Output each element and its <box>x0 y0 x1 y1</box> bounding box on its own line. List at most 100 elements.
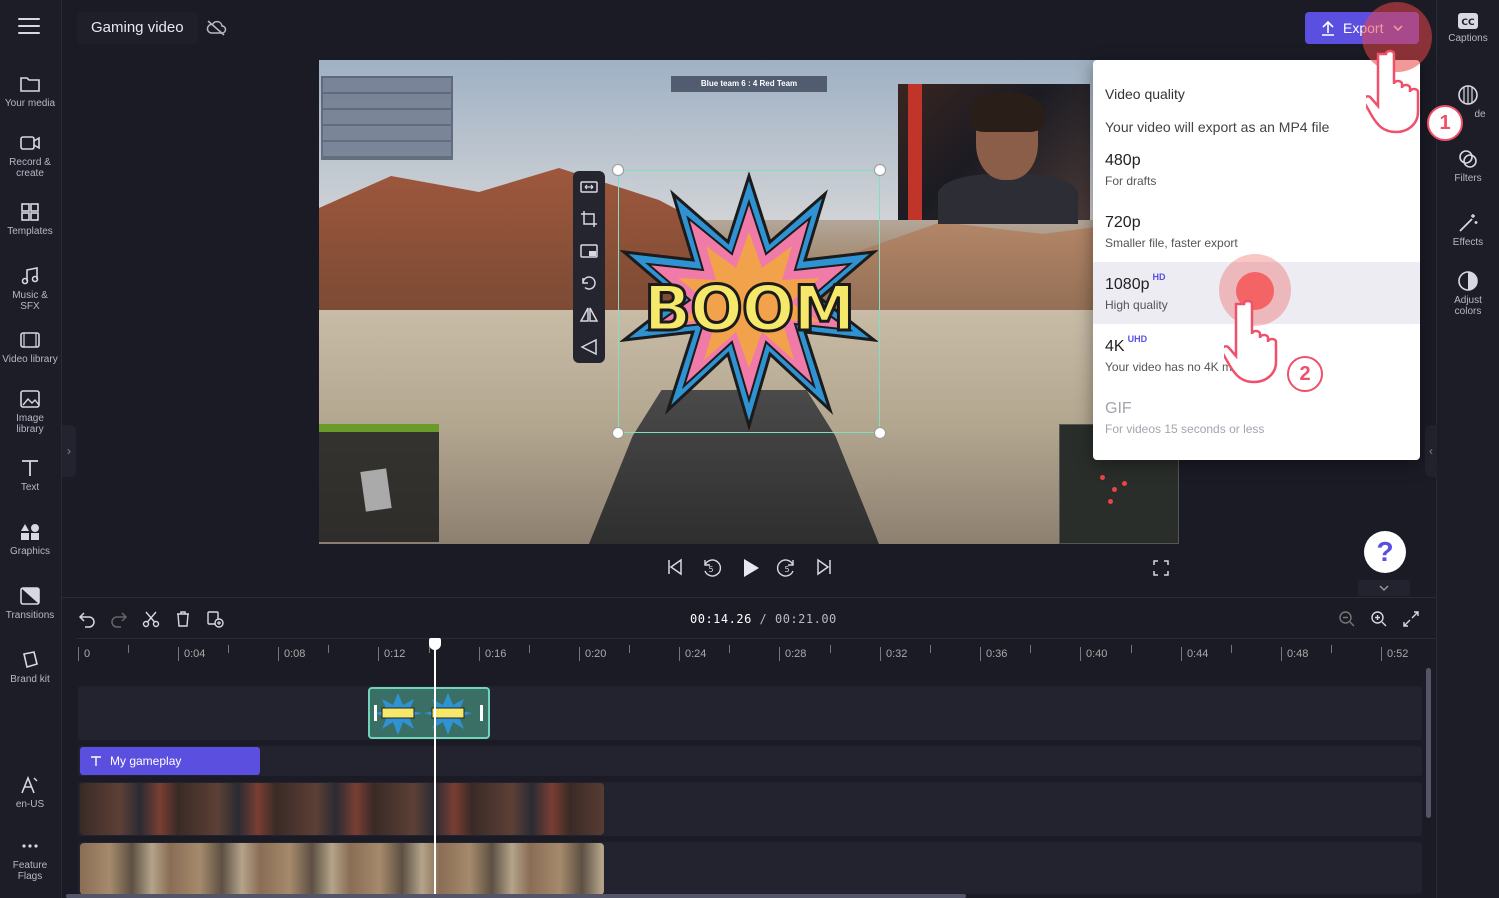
forward-5-icon[interactable]: 5 <box>776 557 798 579</box>
resize-handle[interactable] <box>874 164 886 176</box>
undo-icon[interactable] <box>78 610 96 628</box>
skip-forward-icon[interactable] <box>814 557 834 577</box>
sidebar-item-label: Feature Flags <box>12 860 48 882</box>
help-button[interactable]: ? <box>1364 531 1406 573</box>
vertical-scrollbar[interactable] <box>1426 668 1431 818</box>
svg-text:5: 5 <box>708 565 713 574</box>
redo-icon[interactable] <box>110 610 128 628</box>
total-time: / 00:21.00 <box>759 612 837 626</box>
flip-icon[interactable] <box>579 305 599 325</box>
ruler-tick: 0:40 <box>1080 647 1107 661</box>
sidebar-item-record-create[interactable]: Record & create <box>0 133 60 179</box>
captions-icon: CC <box>1458 13 1478 29</box>
sidebar-item-video-library[interactable]: Video library <box>0 330 60 365</box>
rotate-icon[interactable] <box>579 273 599 293</box>
resize-handle[interactable] <box>612 164 624 176</box>
duplicate-icon[interactable] <box>206 610 224 628</box>
sidebar-item-music-sfx[interactable]: Music & SFX <box>0 266 60 312</box>
language-icon <box>21 775 38 794</box>
webcam-clip[interactable] <box>80 783 604 835</box>
ruler-tick: 0:44 <box>1181 647 1208 661</box>
sidebar-item-label: en-US <box>15 799 45 810</box>
sidebar-item-label: Effects <box>1452 237 1484 248</box>
sidebar-item-effects[interactable]: Effects <box>1437 212 1499 248</box>
option-description: Smaller file, faster export <box>1105 236 1238 250</box>
cloud-off-icon[interactable] <box>205 18 227 38</box>
sidebar-item-feature-flags[interactable]: Feature Flags <box>0 836 60 882</box>
ruler-tick: 0:48 <box>1281 647 1308 661</box>
quality-option-480p[interactable]: 480p For drafts <box>1093 138 1420 200</box>
collapse-preview-icon[interactable] <box>1358 580 1410 596</box>
sidebar-item-label: Captions <box>1448 33 1488 44</box>
menu-subtitle: Your video will export as an MP4 file <box>1105 119 1330 135</box>
ruler-tick: 0:52 <box>1381 647 1408 661</box>
scissors-icon[interactable] <box>142 610 160 628</box>
menu-heading: Video quality <box>1105 86 1185 102</box>
play-icon[interactable] <box>739 557 761 579</box>
sidebar-item-captions[interactable]: CC Captions <box>1437 12 1499 44</box>
sidebar-item-image-library[interactable]: Image library <box>0 389 60 435</box>
perspective-icon[interactable] <box>579 337 599 357</box>
game-inventory-panel <box>319 424 439 542</box>
text-track[interactable] <box>78 746 1422 776</box>
sticker-track[interactable] <box>78 686 1422 740</box>
timecode: 00:14.26 / 00:21.00 <box>690 612 837 626</box>
filters-icon <box>1459 150 1477 168</box>
templates-icon <box>21 203 39 221</box>
playhead[interactable] <box>429 638 441 898</box>
ruler-tick: 0:08 <box>278 647 305 661</box>
resize-handle[interactable] <box>874 427 886 439</box>
trash-icon[interactable] <box>174 610 192 628</box>
sidebar-item-label: Image library <box>16 413 44 435</box>
sidebar-item-label: Filters <box>1454 173 1482 184</box>
gameplay-clip[interactable] <box>80 843 604 895</box>
selection-box[interactable] <box>612 164 886 439</box>
transitions-icon <box>20 587 40 605</box>
collapse-right-panel-handle[interactable]: ‹ <box>1425 425 1437 477</box>
sidebar-item-language[interactable]: en-US <box>0 775 60 810</box>
resize-handle[interactable] <box>612 427 624 439</box>
sidebar-item-adjust-colors[interactable]: Adjust colors <box>1437 270 1499 317</box>
zoom-in-icon[interactable] <box>1370 610 1388 628</box>
sidebar-item-graphics[interactable]: Graphics <box>0 522 60 557</box>
text-clip-label: My gameplay <box>110 754 182 768</box>
current-time: 00:14.26 <box>690 612 752 626</box>
camera-icon <box>20 136 40 150</box>
quality-option-720p[interactable]: 720p Smaller file, faster export <box>1093 200 1420 262</box>
ruler-tick: 0:16 <box>479 647 506 661</box>
rewind-5-icon[interactable]: 5 <box>700 557 722 579</box>
sticker-clip[interactable] <box>368 687 490 739</box>
collapse-panel-handle[interactable]: › <box>62 425 76 477</box>
sidebar-item-label: Transitions <box>5 610 55 621</box>
text-clip[interactable]: My gameplay <box>80 747 260 775</box>
sidebar-item-label: Music & SFX <box>12 290 48 312</box>
upload-icon <box>1322 20 1334 36</box>
sidebar-item-your-media[interactable]: Your media <box>0 74 60 109</box>
sidebar-item-text[interactable]: Text <box>0 458 60 493</box>
sidebar-item-filters[interactable]: Filters <box>1437 148 1499 184</box>
sidebar-item-templates[interactable]: Templates <box>0 202 60 237</box>
floating-toolbar <box>573 171 605 363</box>
game-scoreboard <box>321 76 453 160</box>
sidebar-item-transitions[interactable]: Transitions <box>0 586 60 621</box>
fit-icon[interactable] <box>579 177 599 197</box>
sidebar-item-brand-kit[interactable]: Brand kit <box>0 650 60 685</box>
zoom-out-icon[interactable] <box>1338 610 1356 628</box>
option-description: For videos 15 seconds or less <box>1105 422 1265 436</box>
horizontal-scrollbar[interactable] <box>66 894 966 898</box>
graphics-icon <box>21 524 39 540</box>
sidebar-item-label: Templates <box>7 226 53 237</box>
ruler-tick: 0:28 <box>779 647 806 661</box>
brand-kit-icon <box>23 651 38 669</box>
option-title: 4K <box>1105 338 1125 355</box>
fullscreen-icon[interactable] <box>1152 559 1170 577</box>
timeline-ruler[interactable]: 0 0:04 0:08 0:12 0:16 0:20 0:24 0:28 0:3… <box>76 638 1436 664</box>
hamburger-menu-icon[interactable] <box>18 18 40 36</box>
crop-icon[interactable] <box>579 209 599 229</box>
skip-back-icon[interactable] <box>665 557 685 577</box>
project-title[interactable]: Gaming video <box>77 12 198 44</box>
option-title: GIF <box>1105 400 1132 417</box>
pointer-hand-icon <box>1224 299 1278 384</box>
fit-timeline-icon[interactable] <box>1402 610 1420 628</box>
picture-in-picture-icon[interactable] <box>579 241 599 261</box>
